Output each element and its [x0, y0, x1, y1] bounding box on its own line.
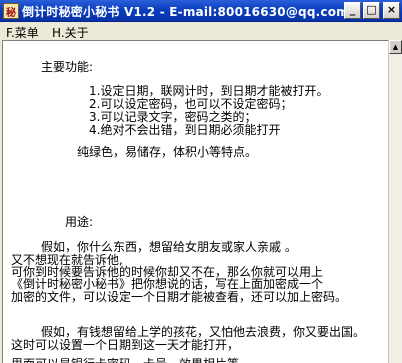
text-area[interactable]: 主要功能: 1.设定日期，联网计时，到日期才能被打开。 2.可以设定密码，也可以… — [2, 40, 388, 363]
menu-help[interactable]: H.关于 — [52, 24, 89, 41]
features-title: 主要功能: — [41, 60, 94, 74]
usage-line-7: 这时可以设置一个日期到这一天才能打开， — [11, 338, 240, 352]
vertical-scrollbar[interactable]: ▲ — [388, 40, 402, 363]
green-features: 纯绿色，易储存，体积小等特点。 — [77, 145, 258, 159]
app-window: 秘 倒计时秘密小秘书 V1.2 - E-mail:80016630@qq.com… — [0, 0, 402, 363]
maximize-button[interactable]: □ — [363, 2, 380, 19]
usage-line-5: 加密的文件，可以设定一个日期才能被查看，还可以加上密码。 — [11, 290, 348, 304]
menu-file[interactable]: F.菜单 — [6, 24, 39, 41]
minimize-button[interactable]: _ — [344, 2, 361, 19]
calendar-icon[interactable]: 秘 — [3, 3, 19, 19]
scroll-up-arrow-icon[interactable]: ▲ — [389, 40, 402, 54]
close-button[interactable]: × — [383, 2, 400, 19]
feature-line-4: 4.绝对不会出错，到日期必须能打开 — [89, 123, 281, 137]
title-bar[interactable]: 秘 倒计时秘密小秘书 V1.2 - E-mail:80016630@qq.com… — [0, 0, 402, 22]
usage-line-8: 里面可以是银行卡密码，卡号，效果相片等…… — [11, 355, 263, 363]
window-title: 倒计时秘密小秘书 V1.2 - E-mail:80016630@qq.com — [22, 5, 349, 19]
menu-bar: F.菜单 H.关于 — [0, 22, 402, 40]
usage-title: 用途: — [65, 215, 94, 229]
